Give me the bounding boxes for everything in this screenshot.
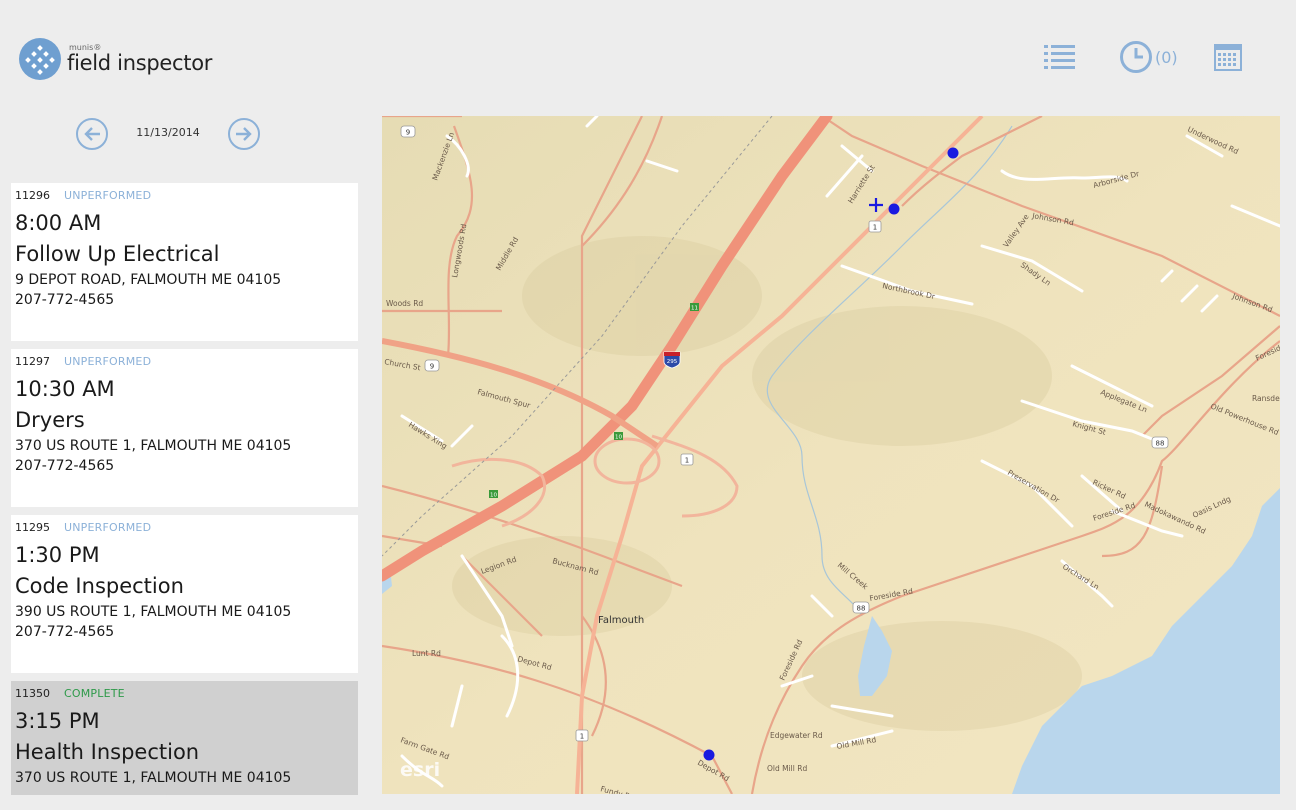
svg-text:11: 11 (691, 306, 698, 312)
inspection-id: 11296 (15, 189, 50, 202)
calendar-icon (1214, 44, 1242, 71)
clock-icon (1120, 41, 1152, 73)
svg-text:10: 10 (615, 435, 622, 441)
history-button[interactable]: (0) (1119, 38, 1178, 76)
svg-text:88: 88 (857, 605, 866, 613)
inspection-time: 3:15 PM (15, 709, 100, 733)
inspection-title: Health Inspection (15, 740, 200, 764)
inspection-title: Follow Up Electrical (15, 242, 220, 266)
status-label: UNPERFORMED (64, 189, 152, 202)
road-label: Edgewater Rd (770, 731, 823, 740)
route-shield: 1 (868, 220, 882, 233)
inspection-id: 11297 (15, 355, 50, 368)
esri-watermark: esri (400, 759, 440, 781)
route-shield: 88 (852, 601, 870, 614)
product-name: field inspector (67, 51, 213, 75)
inspection-card[interactable]: 11295 UNPERFORMED 1:30 PM Code Inspectio… (11, 515, 358, 673)
app-logo: munis® field inspector (19, 38, 212, 80)
inspection-time: 10:30 AM (15, 377, 115, 401)
history-count: (0) (1155, 47, 1178, 67)
svg-text:1: 1 (873, 224, 877, 232)
svg-text:10: 10 (490, 493, 497, 499)
exit-marker: 10 (489, 490, 498, 499)
inspection-phone: 207-772-4565 (15, 458, 115, 474)
inspection-card-selected[interactable]: 11350 COMPLETE 3:15 PM Health Inspection… (11, 681, 358, 795)
svg-text:1: 1 (580, 733, 584, 741)
road-label: Lunt Rd (412, 649, 441, 658)
status-label: UNPERFORMED (64, 355, 152, 368)
town-label: Falmouth (598, 615, 644, 626)
inspection-phone: 207-772-4565 (15, 292, 115, 308)
inspection-list: 11296 UNPERFORMED 8:00 AM Follow Up Elec… (11, 183, 358, 795)
inspection-id: 11295 (15, 521, 50, 534)
status-label: COMPLETE (64, 687, 125, 700)
road-label: Woods Rd (386, 299, 423, 308)
svg-text:9: 9 (406, 129, 410, 137)
location-marker[interactable] (888, 203, 900, 215)
list-view-button[interactable] (1044, 38, 1076, 76)
route-shield: 9 (400, 125, 416, 138)
road-label: Ransdell (1252, 394, 1280, 403)
arrow-left-icon (84, 127, 100, 141)
date-navigator: 11/13/2014 (76, 118, 260, 150)
inspection-address: 9 DEPOT ROAD, FALMOUTH ME 04105 (15, 272, 282, 288)
current-date: 11/13/2014 (136, 126, 200, 139)
location-marker[interactable] (947, 147, 959, 159)
inspection-title: Dryers (15, 408, 85, 432)
list-icon (1044, 45, 1075, 69)
inspection-id: 11350 (15, 687, 50, 700)
route-shield: 1 (575, 729, 589, 742)
status-label: UNPERFORMED (64, 521, 152, 534)
inspection-address: 370 US ROUTE 1, FALMOUTH ME 04105 (15, 770, 292, 786)
svg-text:295: 295 (667, 359, 678, 365)
exit-marker: 10 (614, 432, 623, 441)
inspection-time: 8:00 AM (15, 211, 102, 235)
munis-logo-icon (19, 38, 61, 80)
calendar-button[interactable] (1214, 38, 1242, 76)
road-label: Old Mill Rd (767, 764, 807, 773)
inspection-address: 390 US ROUTE 1, FALMOUTH ME 04105 (15, 604, 292, 620)
inspection-card[interactable]: 11297 UNPERFORMED 10:30 AM Dryers 370 US… (11, 349, 358, 507)
route-shield: 9 (424, 359, 440, 372)
next-day-button[interactable] (228, 118, 260, 150)
svg-text:1: 1 (685, 457, 689, 465)
exit-marker: 11 (690, 303, 699, 312)
arrow-right-icon (236, 127, 252, 141)
inspection-address: 370 US ROUTE 1, FALMOUTH ME 04105 (15, 438, 292, 454)
route-shield: 1 (680, 453, 694, 466)
map-view[interactable]: Johnson Rd Johnson Rd Northbrook Dr Fore… (382, 116, 1280, 794)
inspection-phone: 207-772-4565 (15, 624, 115, 640)
svg-text:88: 88 (1156, 440, 1165, 448)
location-marker[interactable] (703, 749, 715, 761)
inspection-title: Code Inspection (15, 574, 184, 598)
inspection-card[interactable]: 11296 UNPERFORMED 8:00 AM Follow Up Elec… (11, 183, 358, 341)
previous-day-button[interactable] (76, 118, 108, 150)
inspection-time: 1:30 PM (15, 543, 100, 567)
route-shield: 88 (1151, 436, 1169, 449)
interstate-shield: 295 (663, 351, 681, 369)
svg-text:9: 9 (430, 363, 434, 371)
